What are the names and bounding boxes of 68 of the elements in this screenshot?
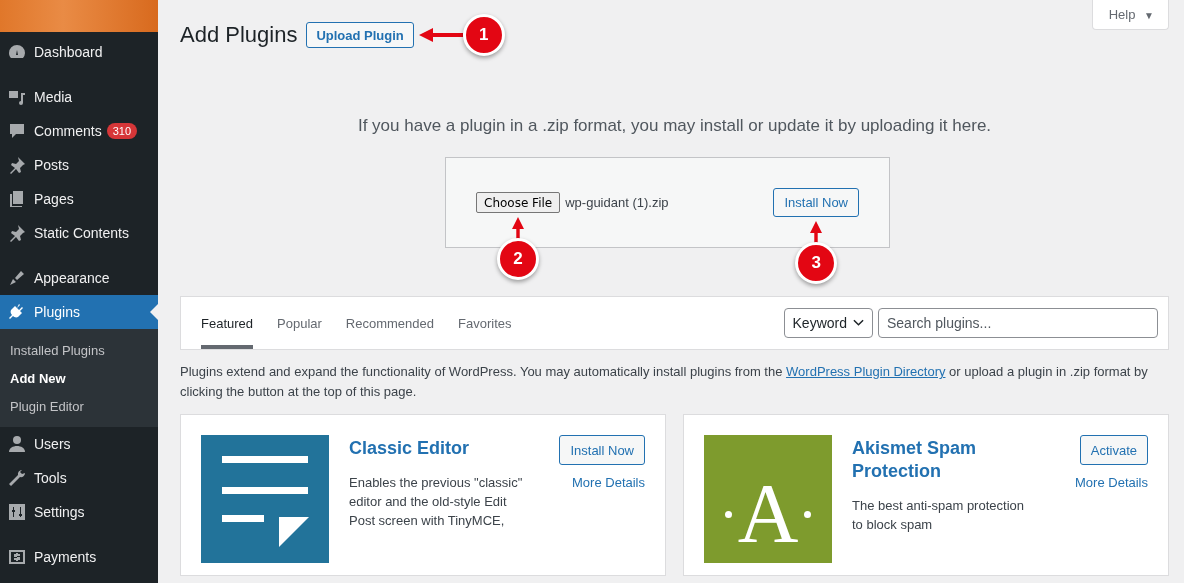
filter-tab[interactable]: Popular (277, 297, 322, 349)
logo-letter: A (737, 472, 799, 556)
sidebar-item[interactable]: Payments (0, 540, 158, 574)
sidebar-item[interactable]: Comments 310 (0, 114, 158, 148)
menu-label: Posts (34, 157, 69, 173)
menu-label: Users (34, 436, 71, 452)
menu-label: Static Contents (34, 225, 129, 241)
person-icon (7, 434, 27, 454)
help-tab[interactable]: Help ▼ (1091, 0, 1169, 30)
install-now-button[interactable]: Install Now (773, 188, 859, 217)
search-type-select[interactable]: Keyword (783, 308, 873, 338)
upload-instructions: If you have a plugin in a .zip format, you may install or update it by uploading it here. (356, 115, 993, 137)
step-badge: 1 (462, 14, 505, 56)
page-title: Add Plugins (180, 22, 298, 48)
menu-label: Appearance (34, 270, 110, 286)
plugin-action-button[interactable]: Activate (1079, 435, 1148, 465)
chevron-down-icon (853, 319, 864, 327)
menu-label: Settings (34, 504, 85, 520)
step-badge: 3 (795, 242, 838, 284)
step-badge: 2 (497, 238, 540, 280)
plugin-summary: Enables the previous "classic" editor and the old-style Edit Post screen with TinyMCE, (349, 474, 524, 530)
plugin-name[interactable]: Akismet Spam Protection (852, 437, 1066, 483)
sidebar-item[interactable]: Plugins (0, 295, 158, 329)
count-badge: 310 (106, 123, 138, 139)
more-details-link[interactable]: More Details (572, 475, 645, 490)
menu-label: Pages (34, 191, 74, 207)
menu-label: Comments (34, 123, 102, 139)
sidebar-item[interactable]: Dashboard (0, 35, 158, 69)
plugin-action-button[interactable]: Install Now (559, 435, 645, 465)
menu-label: Media (34, 89, 73, 105)
dot-icon (804, 510, 812, 518)
menu-label: Tools (34, 470, 67, 486)
sidebar-item[interactable]: Tools (0, 461, 158, 495)
sidebar-item[interactable]: Settings (0, 495, 158, 529)
more-details-link[interactable]: More Details (1075, 475, 1148, 490)
sidebar-item[interactable]: Media (0, 80, 158, 114)
paintbrush-icon (7, 268, 27, 288)
filter-tab[interactable]: Favorites (458, 297, 512, 349)
current-pointer (150, 304, 158, 320)
sidebar-item[interactable]: Users (0, 427, 158, 461)
plugin-summary: The best anti-spam protection to block spam (852, 497, 1025, 534)
document-icon (201, 435, 329, 563)
file-name: wp-guidant (1).zip (565, 195, 670, 210)
wrench-icon (7, 468, 27, 488)
upload-plugin-button[interactable]: Upload Plugin (306, 22, 414, 48)
pointer-arrow (809, 221, 824, 245)
search-field[interactable]: Search plugins... (878, 308, 1158, 338)
sidebar-item[interactable]: Static Contents (0, 216, 158, 250)
sliders-icon (7, 502, 27, 522)
sidebar-item[interactable]: Pages (0, 182, 158, 216)
plugin-name[interactable]: Classic Editor (349, 437, 550, 460)
dot-icon (724, 510, 732, 518)
submenu-item[interactable]: Plugin Editor (0, 393, 158, 421)
choose-file-button[interactable]: Choose File (476, 192, 561, 213)
menu-label: Plugins (34, 304, 80, 320)
plugins-description: Plugins extend and expand the functionality of WordPress. You may automatically install plugins from the WordPress Plugin Directory or upload a plugin in .zip format by clicking the button at the top of this page. (180, 363, 1149, 401)
plugin-directory-link[interactable]: WordPress Plugin Directory (786, 364, 946, 379)
menu-label: Dashboard (34, 44, 103, 60)
pointer-arrow (511, 217, 526, 241)
pointer-arrow (418, 28, 463, 42)
filter-tab[interactable]: Recommended (345, 297, 434, 349)
sidebar-item[interactable]: Posts (0, 148, 158, 182)
filter-tab[interactable]: Featured (201, 297, 254, 349)
submenu-item[interactable]: Add New (0, 365, 158, 393)
sidebar-item[interactable]: Appearance (0, 261, 158, 295)
submenu-item[interactable]: Installed Plugins (0, 337, 158, 365)
speech-bubble-icon (7, 121, 27, 141)
menu-label: Payments (34, 549, 97, 565)
